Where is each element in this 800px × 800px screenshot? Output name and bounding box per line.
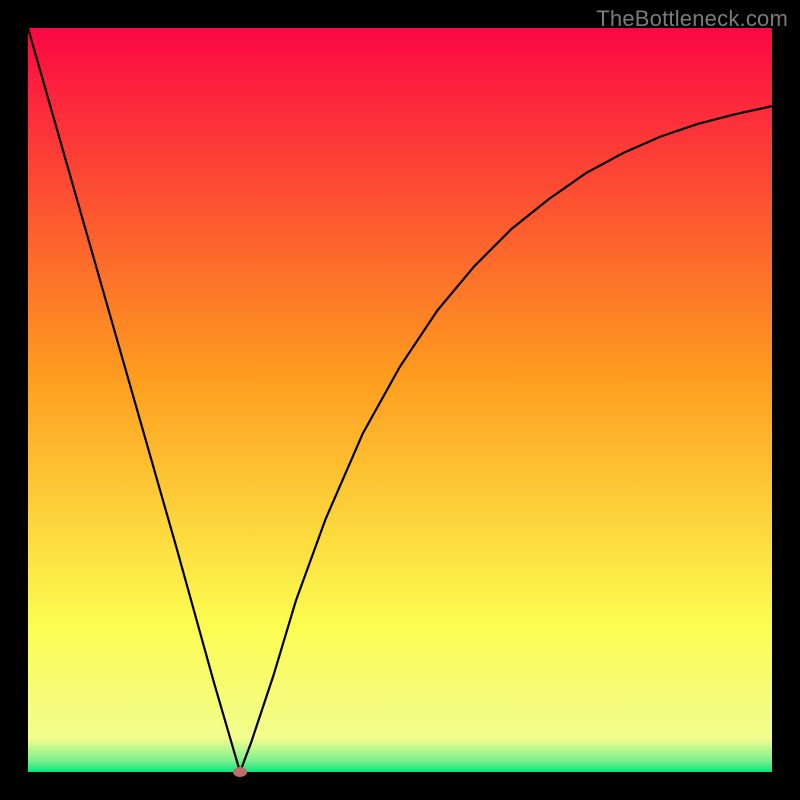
bottleneck-chart: [28, 28, 772, 772]
optimal-point-marker: [233, 767, 247, 777]
gradient-background: [28, 28, 772, 772]
chart-frame: [28, 28, 772, 772]
